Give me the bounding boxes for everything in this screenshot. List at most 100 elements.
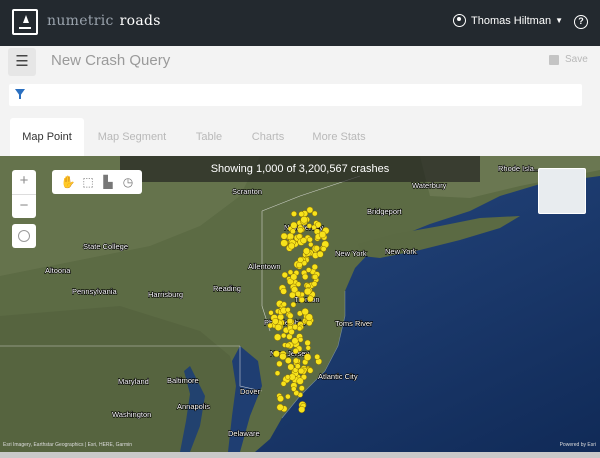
crash-point[interactable]: [311, 210, 318, 217]
crash-point[interactable]: [285, 342, 291, 349]
crash-point[interactable]: [287, 363, 295, 371]
crash-point[interactable]: [274, 323, 282, 331]
crash-point[interactable]: [295, 281, 302, 287]
hamburger-icon[interactable]: ☰: [8, 48, 36, 76]
crash-point[interactable]: [288, 242, 296, 250]
crash-point[interactable]: [320, 245, 327, 252]
crash-point[interactable]: [302, 273, 309, 280]
crash-point[interactable]: [289, 291, 296, 299]
minimap-overview[interactable]: [538, 168, 586, 214]
brand-name[interactable]: numetric roads: [47, 13, 161, 29]
crash-point[interactable]: [297, 336, 304, 343]
locate-button[interactable]: [12, 224, 36, 248]
crash-point[interactable]: [311, 280, 318, 287]
crash-point[interactable]: [292, 347, 299, 355]
crash-point[interactable]: [291, 210, 297, 217]
crash-point[interactable]: [303, 287, 312, 296]
crash-point[interactable]: [285, 307, 291, 313]
crash-point[interactable]: [300, 237, 308, 244]
crash-point[interactable]: [294, 363, 301, 370]
crash-point[interactable]: [306, 206, 314, 214]
crash-point[interactable]: [285, 393, 291, 400]
crash-point[interactable]: [268, 310, 274, 316]
crash-point[interactable]: [280, 232, 288, 240]
crash-point[interactable]: [307, 295, 314, 303]
crash-point[interactable]: [305, 267, 312, 273]
crash-point[interactable]: [292, 357, 300, 364]
crash-point[interactable]: [274, 370, 281, 376]
tab-table[interactable]: Table: [184, 118, 234, 156]
crash-point[interactable]: [267, 322, 273, 329]
clock-icon[interactable]: ◷: [118, 174, 138, 190]
crash-point[interactable]: [281, 271, 288, 279]
crash-point[interactable]: [297, 367, 305, 375]
crash-point[interactable]: [306, 223, 313, 229]
save-button[interactable]: Save: [549, 54, 588, 65]
crash-point[interactable]: [316, 250, 324, 258]
crash-point[interactable]: [296, 377, 304, 385]
query-title[interactable]: New Crash Query: [51, 52, 170, 69]
crash-point[interactable]: [276, 403, 284, 411]
crash-point[interactable]: [290, 301, 297, 308]
crash-point[interactable]: [298, 406, 306, 413]
tab-more-stats[interactable]: More Stats: [304, 118, 374, 156]
crash-point[interactable]: [307, 367, 314, 374]
crash-point[interactable]: [302, 247, 311, 255]
crash-point[interactable]: [284, 357, 292, 364]
zoom-out-button[interactable]: −: [12, 194, 36, 218]
crash-point[interactable]: [280, 239, 288, 247]
crash-point[interactable]: [296, 325, 303, 332]
crash-point[interactable]: [272, 317, 279, 325]
crash-point[interactable]: [279, 352, 287, 361]
select-icon[interactable]: ⬚: [78, 174, 98, 190]
crash-point[interactable]: [291, 386, 297, 392]
crash-point[interactable]: [286, 317, 294, 325]
filter-bar[interactable]: [9, 84, 582, 106]
crash-point[interactable]: [280, 332, 287, 339]
crash-point[interactable]: [298, 385, 305, 392]
crash-point[interactable]: [272, 350, 280, 358]
crash-point[interactable]: [290, 221, 298, 229]
crash-point[interactable]: [311, 263, 318, 271]
crash-point[interactable]: [301, 308, 309, 316]
crash-point[interactable]: [281, 301, 287, 308]
tab-charts[interactable]: Charts: [240, 118, 296, 156]
crash-point[interactable]: [280, 287, 287, 295]
crash-point[interactable]: [277, 395, 284, 403]
crash-point[interactable]: [287, 312, 294, 319]
user-menu[interactable]: Thomas Hiltman ▼: [453, 14, 563, 27]
map-label: Maryland: [118, 377, 149, 386]
crash-point[interactable]: [315, 221, 322, 228]
crash-point[interactable]: [303, 353, 312, 361]
crash-point[interactable]: [305, 345, 311, 351]
pan-hand-icon[interactable]: ✋: [58, 174, 78, 190]
crash-point[interactable]: [307, 236, 313, 243]
crash-point[interactable]: [285, 374, 291, 380]
crash-point[interactable]: [296, 261, 303, 269]
crash-point[interactable]: [280, 380, 287, 387]
road-logo-icon[interactable]: [12, 9, 38, 35]
crash-point[interactable]: [304, 339, 311, 347]
help-circle-icon[interactable]: ?: [574, 15, 588, 29]
crash-point[interactable]: [314, 353, 321, 360]
crash-point[interactable]: [318, 230, 327, 239]
tab-map-segment[interactable]: Map Segment: [92, 118, 172, 156]
crash-point[interactable]: [276, 360, 283, 367]
crash-point[interactable]: [312, 273, 319, 280]
crash-point[interactable]: [287, 269, 294, 276]
filter-funnel-icon[interactable]: [15, 89, 25, 99]
crash-point[interactable]: [297, 227, 304, 234]
crash-point[interactable]: [297, 256, 304, 264]
crash-point[interactable]: [308, 241, 314, 248]
crash-point[interactable]: [273, 333, 282, 341]
crash-point[interactable]: [295, 290, 302, 297]
crash-map[interactable]: Scranton Waterbury Rhode Isla... Bridgep…: [0, 156, 600, 452]
crash-point[interactable]: [298, 211, 305, 218]
buildings-icon[interactable]: ▙: [98, 174, 118, 190]
crash-point[interactable]: [288, 328, 295, 336]
tab-map-point[interactable]: Map Point: [10, 118, 84, 156]
crash-point[interactable]: [313, 245, 320, 252]
zoom-in-button[interactable]: +: [12, 170, 36, 194]
crash-point[interactable]: [300, 216, 308, 224]
crash-point[interactable]: [291, 337, 299, 345]
